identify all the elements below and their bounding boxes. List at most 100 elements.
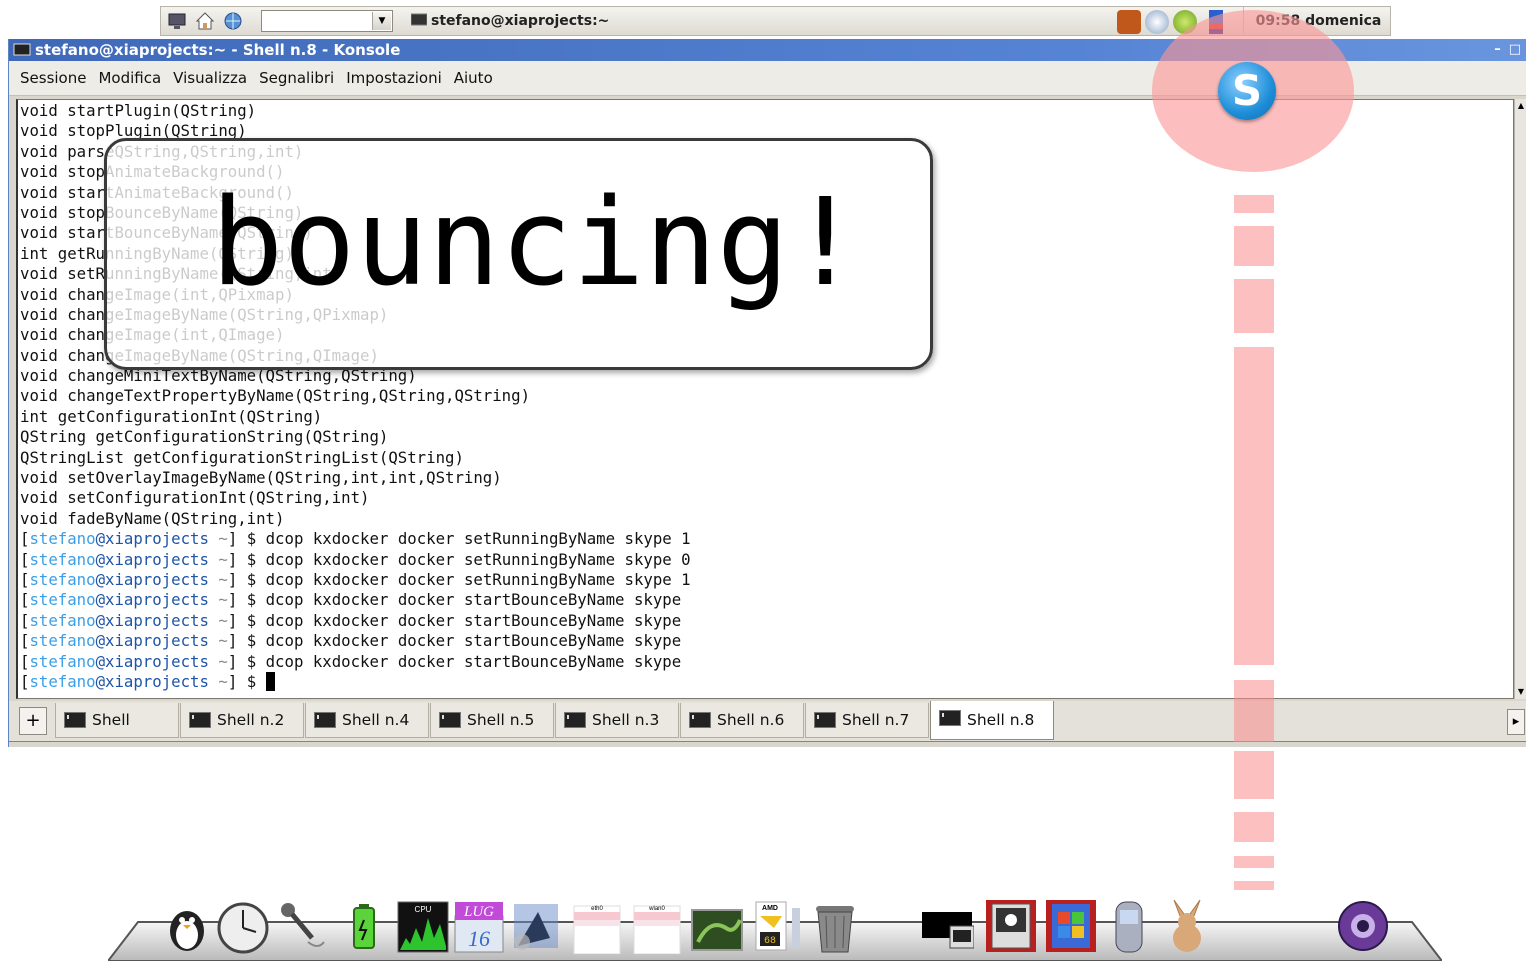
eth0-monitor-icon[interactable]: eth0 xyxy=(570,898,624,955)
tab-shell-n-5[interactable]: Shell n.5 xyxy=(430,703,554,738)
menu-segnalibri[interactable]: Segnalibri xyxy=(253,61,340,95)
prompt-user: stefano xyxy=(29,671,96,691)
command-text: dcop kxdocker docker startBounceByName s… xyxy=(265,610,682,630)
panel-combo-box[interactable]: ▼ xyxy=(261,10,393,32)
terminal-tab-icon xyxy=(939,710,961,726)
terminal-tab-icon xyxy=(814,712,836,728)
tab-label: Shell n.3 xyxy=(592,711,660,729)
bounce-trail-segment xyxy=(1234,347,1274,665)
terminal-line: int getConfigurationInt(QString) xyxy=(20,406,323,426)
battery-icon[interactable] xyxy=(340,898,394,954)
adept-notifier-icon[interactable] xyxy=(1145,10,1169,34)
scroll-down-icon[interactable]: ▼ xyxy=(1515,685,1526,699)
phone-icon[interactable] xyxy=(1102,898,1156,954)
prompt-dir: ~ xyxy=(218,590,228,610)
tab-label: Shell n.5 xyxy=(467,711,535,729)
command-text: dcop kxdocker docker startBounceByName s… xyxy=(265,590,682,610)
tab-shell-n-7[interactable]: Shell n.7 xyxy=(805,703,929,738)
terminal-window-icon[interactable] xyxy=(13,41,31,59)
prompt-host: @xiaprojects xyxy=(95,590,209,610)
prompt-user: stefano xyxy=(29,590,96,610)
windows-pc-icon[interactable] xyxy=(1044,898,1098,954)
cpu-monitor-icon[interactable]: CPU xyxy=(396,898,450,954)
terminal-line: QString getConfigurationString(QString) xyxy=(20,427,389,447)
bounce-trail-segment xyxy=(1234,279,1274,333)
photo-icon[interactable] xyxy=(690,898,744,954)
terminal-tab-icon xyxy=(689,712,711,728)
minimize-icon[interactable]: – xyxy=(1494,42,1501,57)
terminal-tab-icon xyxy=(439,712,461,728)
calendar-month: LUG xyxy=(463,904,494,920)
clock-icon[interactable] xyxy=(216,898,270,954)
menu-visualizza[interactable]: Visualizza xyxy=(167,61,253,95)
prompt-end: ] $ xyxy=(227,671,266,691)
amd-sensor-icon[interactable]: 68 AMD xyxy=(752,898,806,954)
bird-icon[interactable] xyxy=(508,898,562,954)
terminal-icon[interactable] xyxy=(920,898,975,954)
globe-icon[interactable] xyxy=(223,11,243,31)
command-text: dcop kxdocker docker setRunningByName sk… xyxy=(265,529,691,549)
bounce-trail-segment xyxy=(1234,680,1274,742)
command-text: dcop kxdocker docker startBounceByName s… xyxy=(265,651,682,671)
terminal-line: void setOverlayImageByName(QString,int,i… xyxy=(20,468,502,488)
tab-shell[interactable]: Shell xyxy=(55,703,179,738)
rabbit-icon[interactable] xyxy=(1160,898,1214,954)
tab-label: Shell n.7 xyxy=(842,711,910,729)
terminal-tab-icon xyxy=(564,712,586,728)
bouncing-text: bouncing! xyxy=(211,174,862,313)
trash-icon[interactable] xyxy=(808,898,862,954)
taskbar-item-konsole[interactable]: stefano@xiaprojects:~ xyxy=(410,11,641,31)
menu-sessione[interactable]: Sessione xyxy=(14,61,92,95)
new-session-button[interactable]: + xyxy=(19,707,47,735)
terminal-tab-icon xyxy=(314,712,336,728)
terminal-scrollbar[interactable]: ▲ ▼ xyxy=(1514,99,1526,699)
wlan0-monitor-icon[interactable]: wlan0 xyxy=(630,898,684,955)
close-session-button[interactable]: ▸ xyxy=(1507,709,1525,735)
bounce-trail-segment xyxy=(1234,751,1274,799)
taskbar-item-label: stefano@xiaprojects:~ xyxy=(431,13,610,29)
penguin-icon[interactable] xyxy=(160,898,214,954)
bounce-trail-segment xyxy=(1234,881,1274,890)
skype-icon[interactable]: S xyxy=(1218,62,1276,120)
wallet-icon[interactable] xyxy=(1117,10,1141,34)
menu-modifica[interactable]: Modifica xyxy=(92,61,167,95)
tab-label: Shell n.4 xyxy=(342,711,410,729)
terminal-line: void startPlugin(QString) xyxy=(20,101,257,120)
tab-shell-n-6[interactable]: Shell n.6 xyxy=(680,703,804,738)
linux-pc-icon[interactable] xyxy=(984,898,1038,954)
tab-shell-n-8[interactable]: Shell n.8 xyxy=(930,701,1054,740)
monitor-icon[interactable] xyxy=(167,11,187,31)
prompt-dir: ~ xyxy=(218,529,228,549)
tab-shell-n-4[interactable]: Shell n.4 xyxy=(305,703,429,738)
window-buttons: – □ xyxy=(1494,39,1521,61)
tab-shell-n-3[interactable]: Shell n.3 xyxy=(555,703,679,738)
terminal-prompt-line: [stefano@xiaprojects ~] $ dcop kxdocker … xyxy=(20,652,691,672)
calendar-icon[interactable]: LUG 16 xyxy=(452,898,506,954)
home-icon[interactable] xyxy=(195,11,215,31)
menu-aiuto[interactable]: Aiuto xyxy=(448,61,499,95)
terminal-line: void changeTextPropertyByName(QString,QS… xyxy=(20,386,531,406)
menu-impostazioni[interactable]: Impostazioni xyxy=(340,61,448,95)
terminal-input-line[interactable]: [stefano@xiaprojects ~] $ xyxy=(20,671,691,692)
prompt-host: @xiaprojects xyxy=(95,631,209,651)
microphone-icon[interactable] xyxy=(272,898,326,954)
cpu-monitor-label: CPU xyxy=(415,905,432,914)
prompt-dir: ~ xyxy=(218,610,228,630)
prompt-end: ] $ xyxy=(227,529,266,549)
calendar-day: 16 xyxy=(468,926,490,951)
bounce-trail-segment xyxy=(1234,812,1274,842)
session-tab-bar: + Shell Shell n.2 Shell n.4 Shell n.5 Shell … xyxy=(9,701,1526,742)
tab-label: Shell n.2 xyxy=(217,711,285,729)
tab-shell-n-2[interactable]: Shell n.2 xyxy=(180,703,304,738)
terminal-tab-icon xyxy=(189,712,211,728)
prompt-end: ] $ xyxy=(227,549,266,569)
chevron-down-icon[interactable]: ▼ xyxy=(372,12,391,30)
maximize-icon[interactable]: □ xyxy=(1509,42,1521,57)
scroll-up-icon[interactable]: ▲ xyxy=(1515,99,1526,113)
media-player-icon[interactable] xyxy=(1336,898,1390,954)
prompt-end: ] $ xyxy=(227,610,266,630)
